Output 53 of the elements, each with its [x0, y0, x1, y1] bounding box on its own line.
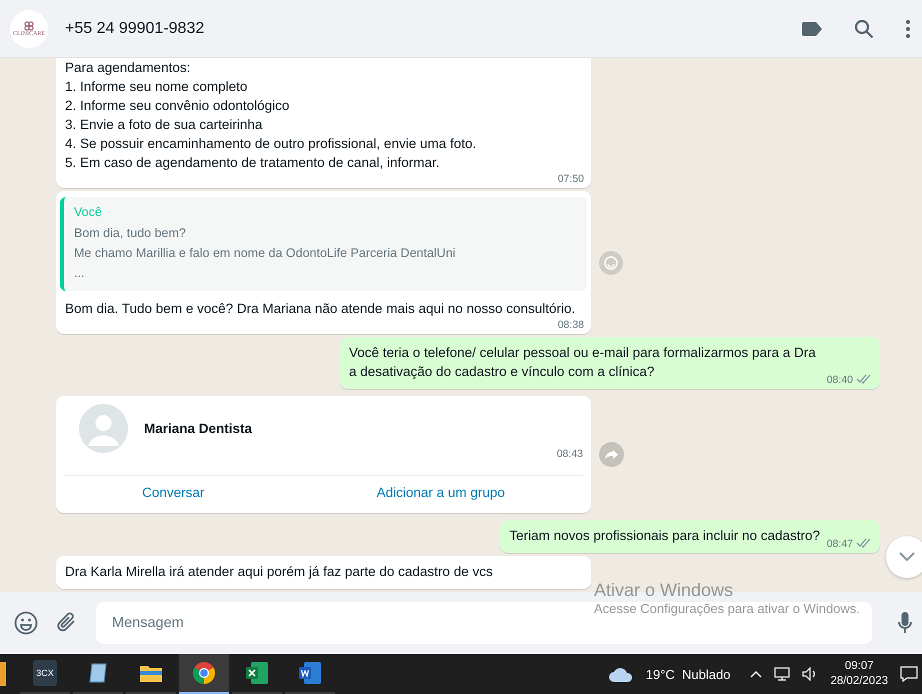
message-text: 4. Se possuir encaminhamento de outro profissional, envie uma foto.	[65, 135, 476, 153]
clock-date[interactable]: 28/02/2023	[830, 674, 888, 689]
message-text: Dra Karla Mirella irá atender aqui porém já faz parte do cadastro de vcs	[65, 563, 493, 581]
double-check-icon	[856, 538, 872, 548]
message-time: 08:38	[558, 319, 584, 331]
message-text: 1. Informe seu nome completo	[65, 78, 248, 96]
message-time: 07:50	[558, 173, 584, 185]
message-text: Teriam novos profissionais para incluir no cadastro?	[509, 527, 820, 545]
app-icon-label: 3CX	[33, 660, 57, 686]
message-text: Você teria o telefone/ celular pessoal ou e-mail para formalizarmos para a Dra a desativação do cadastro e vínculo com a clínica?	[349, 344, 817, 381]
notification-icon[interactable]	[900, 666, 918, 682]
chevron-up-icon[interactable]	[750, 670, 762, 678]
start-tile[interactable]	[0, 662, 6, 686]
message-text: 2. Informe seu convênio odontológico	[65, 97, 290, 115]
quote-text: Me chamo Marillia e falo em nome da OdontoLife Parceria DentalUni	[74, 245, 456, 262]
notepad-icon	[88, 662, 108, 684]
message-text: Para agendamentos:	[65, 59, 190, 77]
label-icon[interactable]	[802, 22, 822, 36]
weather-text: 19°C Nublado	[646, 666, 730, 682]
browser-icon	[193, 662, 215, 684]
network-icon[interactable]	[774, 667, 790, 681]
microphone-icon[interactable]	[898, 612, 912, 634]
quote-author: Você	[74, 205, 103, 219]
contact-action-link[interactable]: Conversar	[136, 484, 210, 501]
quote-text: ...	[74, 265, 86, 282]
quoted-message[interactable]: Você Bom dia, tudo bem? Me chamo Marillia e falo em nome da OdontoLife Parceria DentalUni ...	[60, 197, 587, 291]
spreadsheet-icon	[246, 662, 268, 684]
emoji-icon[interactable]	[14, 611, 38, 635]
message-time: 08:47	[826, 538, 853, 550]
folder-icon	[140, 664, 162, 682]
contact-name: Mariana Dentista	[144, 421, 252, 436]
message-text: 5. Em caso de agendamento de tratamento de canal, informar.	[65, 154, 440, 172]
chevron-down-icon	[899, 552, 915, 562]
clock-time[interactable]: 09:07	[844, 659, 874, 674]
menu-icon[interactable]	[906, 20, 910, 38]
contact-phone: +55 24 99901-9832	[65, 20, 206, 38]
taskbar-app[interactable]	[179, 654, 229, 694]
message-text: 3. Envie a foto de sua carteirinha	[65, 116, 262, 134]
avatar-silhouette-icon	[79, 404, 128, 453]
activation-subtitle: Acesse Configurações para ativar o Windows.	[594, 601, 860, 616]
message-time: 08:40	[826, 374, 853, 386]
activation-title: Ativar o Windows	[594, 580, 734, 601]
message-time: 08:43	[556, 448, 583, 460]
message-text: Bom dia. Tudo bem e você? Dra Mariana não atende mais aqui no nosso consultório.	[65, 300, 576, 318]
search-icon[interactable]	[854, 18, 874, 38]
flower-icon	[23, 20, 35, 30]
cloud-icon	[608, 666, 634, 682]
document-icon	[299, 662, 321, 684]
double-check-icon	[856, 374, 872, 384]
taskbar-app[interactable]: 3CX	[20, 654, 70, 694]
scroll-down-button[interactable]	[886, 536, 922, 578]
contact-action-link[interactable]: Adicionar a um grupo	[370, 484, 511, 501]
quote-text: Bom dia, tudo bem?	[74, 225, 187, 242]
